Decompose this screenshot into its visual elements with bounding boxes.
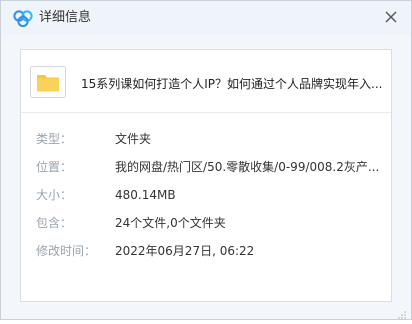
file-name: 15系列课如何打造个人IP？如何通过个人品牌实现年入... <box>81 77 383 91</box>
detail-label: 类型： <box>36 132 73 146</box>
detail-value-modified: 2022年06月27日, 06:22 <box>115 244 255 258</box>
details-panel: 15系列课如何打造个人IP？如何通过个人品牌实现年入... 类型： 文件夹 位置… <box>20 49 392 302</box>
detail-label: 位置： <box>36 160 73 174</box>
detail-row-size: 大小： 480.14MB <box>21 186 391 204</box>
detail-row-contains: 包含： 24个文件,0个文件夹 <box>21 214 391 232</box>
detail-label: 修改时间： <box>36 244 97 258</box>
detail-row-type: 类型： 文件夹 <box>21 130 391 148</box>
detail-value-type: 文件夹 <box>115 132 152 146</box>
detail-label: 包含： <box>36 216 73 230</box>
details-dialog: 详细信息 15系列课如何打造个人IP？如何通过个人品牌实现年入... 类型： 文… <box>0 0 412 320</box>
resize-grip-icon[interactable] <box>397 305 407 319</box>
detail-value-size: 480.14MB <box>115 188 176 202</box>
dialog-title: 详细信息 <box>39 10 92 25</box>
folder-icon <box>30 66 66 98</box>
detail-row-location: 位置： 我的网盘/热门区/50.零散收集/0-99/008.2灰产... <box>21 158 391 176</box>
baidu-netdisk-logo-icon <box>13 9 33 28</box>
detail-row-modified: 修改时间： 2022年06月27日, 06:22 <box>21 242 391 260</box>
detail-label: 大小： <box>36 188 73 202</box>
close-icon <box>385 11 397 23</box>
close-button[interactable] <box>379 5 403 29</box>
detail-value-contains: 24个文件,0个文件夹 <box>115 216 226 230</box>
detail-value-location[interactable]: 我的网盘/热门区/50.零散收集/0-99/008.2灰产... <box>115 158 383 176</box>
file-header: 15系列课如何打造个人IP？如何通过个人品牌实现年入... <box>21 50 391 113</box>
title-bar[interactable]: 详细信息 <box>1 1 411 35</box>
